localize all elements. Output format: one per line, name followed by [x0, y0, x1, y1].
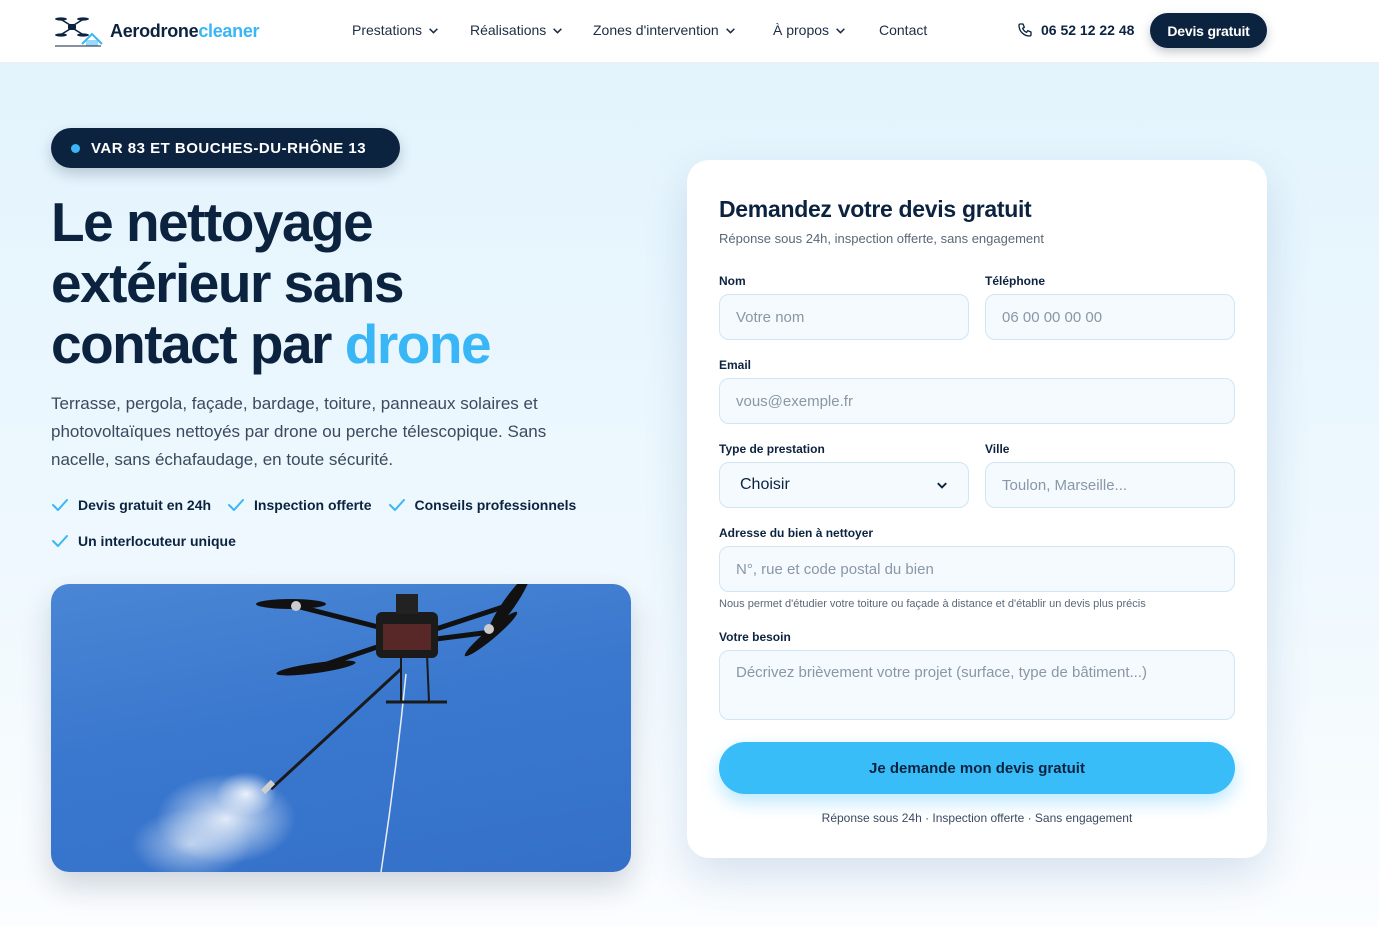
hero-title-line3: contact par — [51, 313, 345, 375]
header-quote-button[interactable]: Devis gratuit — [1150, 13, 1267, 48]
drone-logo-icon — [52, 12, 104, 50]
nom-label: Nom — [719, 274, 746, 288]
nav-item-prestations[interactable]: Prestations — [352, 22, 470, 38]
check-icon — [52, 535, 68, 547]
type-prestation-label: Type de prestation — [719, 442, 825, 456]
adresse-input[interactable] — [719, 546, 1235, 592]
benefit-item: Devis gratuit en 24h — [51, 494, 211, 516]
email-input[interactable] — [719, 378, 1235, 424]
check-icon — [228, 499, 245, 511]
hero-title-line2: extérieur sans — [51, 252, 405, 314]
hero-title-highlight: drone — [344, 313, 492, 375]
hero-lead: Terrasse, pergola, façade, bardage, toit… — [51, 394, 547, 469]
quote-form-card: Demandez votre devis gratuit Réponse sou… — [687, 160, 1267, 858]
form-footer-note: Réponse sous 24h · Inspection offerte · … — [821, 811, 1133, 825]
drone-illustration — [131, 584, 530, 872]
benefit-item: Inspection offerte — [227, 494, 372, 516]
form-subtitle: Réponse sous 24h, inspection offerte, sa… — [719, 231, 1044, 246]
benefit-label: Devis gratuit en 24h — [78, 497, 212, 513]
drone-cleaning-photo — [51, 584, 631, 872]
telephone-input[interactable] — [985, 294, 1235, 340]
phone-link[interactable]: 06 52 12 22 48 — [1017, 22, 1134, 38]
telephone-label: Téléphone — [985, 274, 1046, 288]
nav-label: Réalisations — [470, 22, 547, 38]
nav-label: À propos — [773, 22, 830, 38]
benefit-item: Conseils professionnels — [388, 494, 577, 516]
besoin-label: Votre besoin — [719, 630, 791, 644]
check-icon — [52, 499, 68, 511]
chevron-down-icon — [429, 27, 438, 34]
logo-main: Aerodrone — [110, 20, 199, 41]
benefit-label: Conseils professionnels — [414, 497, 577, 513]
badge-text: VAR 83 ET BOUCHES-DU-RHÔNE 13 — [91, 139, 367, 157]
chevron-down-icon — [553, 27, 563, 34]
logo[interactable]: Aerodronecleaner — [52, 12, 260, 50]
phone-number: 06 52 12 22 48 — [1041, 22, 1135, 38]
type-prestation-select[interactable]: Choisir — [719, 462, 969, 508]
benefit-label: Un interlocuteur unique — [78, 533, 236, 549]
nav-label: Zones d'intervention — [593, 22, 719, 38]
benefit-item: Un interlocuteur unique — [51, 530, 236, 552]
nav-label: Prestations — [352, 22, 423, 38]
nav-label: Contact — [879, 22, 928, 38]
hero-title-line1: Le nettoyage — [51, 191, 374, 253]
site-header: Aerodronecleaner Prestations Réalisation… — [0, 0, 1379, 63]
besoin-textarea[interactable] — [719, 650, 1235, 720]
chevron-down-icon — [836, 27, 845, 34]
logo-text: Aerodronecleaner — [110, 20, 260, 42]
region-badge: VAR 83 ET BOUCHES-DU-RHÔNE 13 — [51, 128, 400, 168]
ville-label: Ville — [985, 442, 1010, 456]
submit-quote-button[interactable]: Je demande mon devis gratuit — [719, 742, 1235, 794]
ville-input[interactable] — [985, 462, 1235, 508]
chevron-down-icon — [725, 27, 735, 34]
form-title: Demandez votre devis gratuit — [719, 196, 1032, 222]
nav-item-contact[interactable]: Contact — [879, 22, 927, 38]
benefit-label: Inspection offerte — [254, 497, 372, 513]
main-nav: Prestations Réalisations Zones d'interve… — [352, 22, 927, 38]
phone-icon — [1018, 23, 1032, 37]
nav-item-realisations[interactable]: Réalisations — [470, 22, 593, 38]
email-label: Email — [719, 358, 752, 372]
nav-item-zones[interactable]: Zones d'intervention — [593, 22, 773, 38]
adresse-label: Adresse du bien à nettoyer — [719, 526, 874, 540]
nom-input[interactable] — [719, 294, 969, 340]
benefit-list: Devis gratuit en 24h Inspection offerte … — [51, 494, 611, 552]
chevron-down-icon — [937, 482, 947, 489]
adresse-help-text: Nous permet d'étudier votre toiture ou f… — [719, 598, 1146, 610]
select-value: Choisir — [740, 476, 790, 493]
nav-item-a-propos[interactable]: À propos — [773, 22, 879, 38]
badge-dot — [71, 143, 80, 153]
hero-title: Le nettoyage extérieur sans contact par … — [51, 192, 651, 375]
check-icon — [388, 499, 405, 511]
logo-accent: cleaner — [198, 20, 260, 41]
